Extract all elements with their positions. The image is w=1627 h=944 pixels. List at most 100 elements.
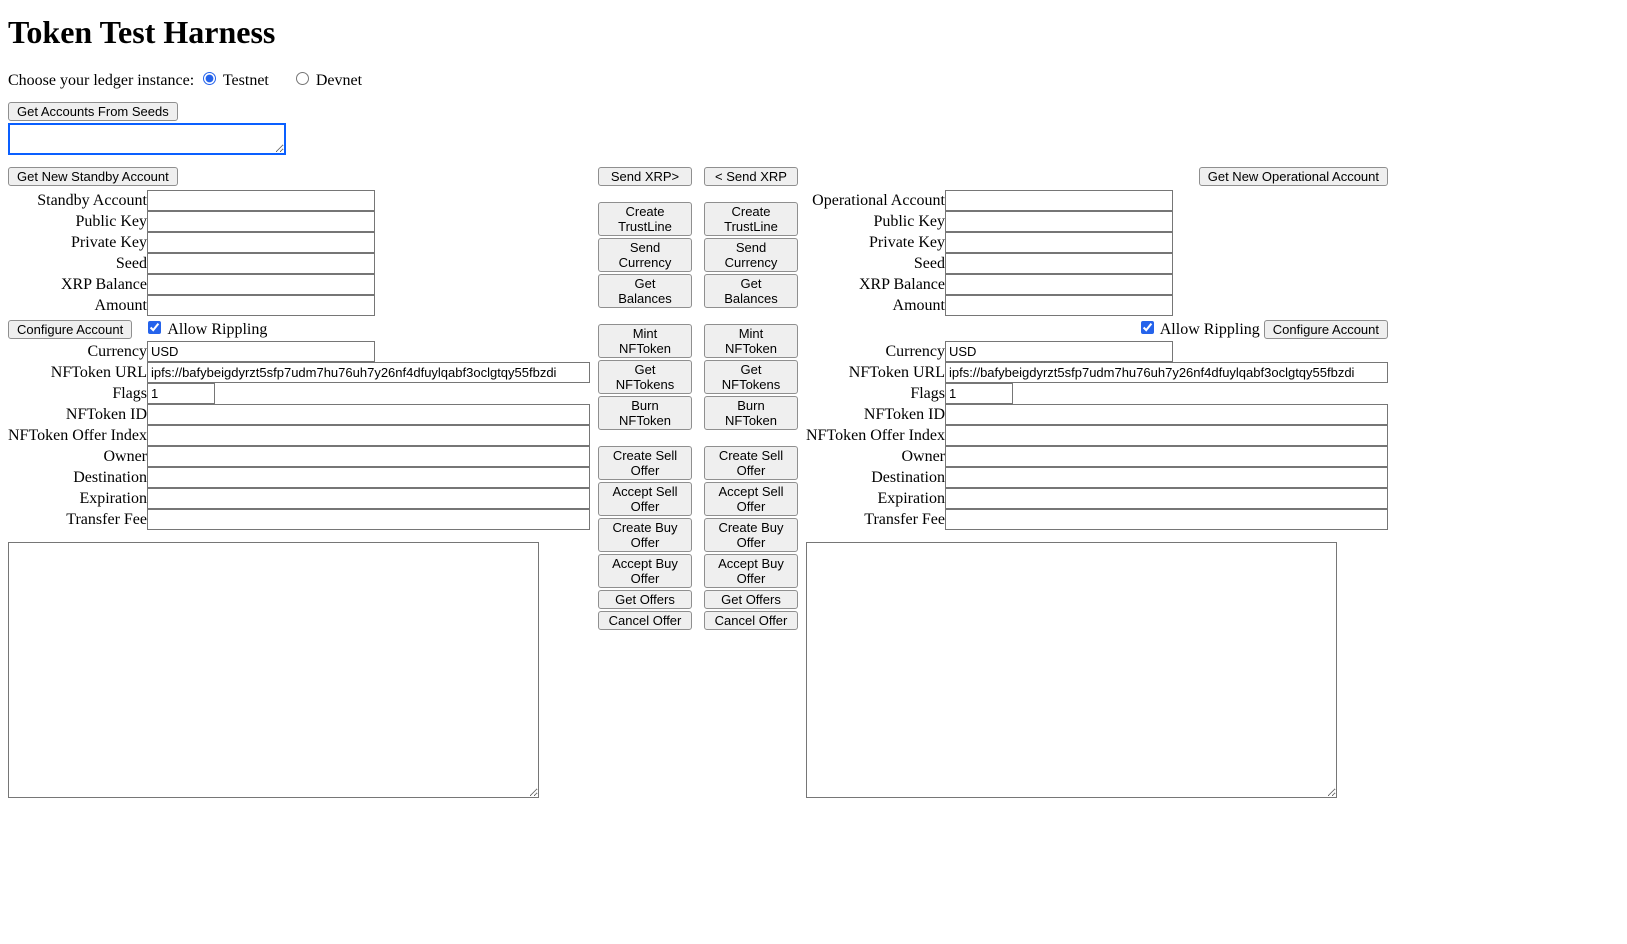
standby-currency-input[interactable] [147, 341, 375, 362]
create-buy-offer-left-button[interactable]: Create Buy Offer [598, 518, 692, 552]
operational-public-key-label: Public Key [806, 211, 945, 232]
operational-transfer-fee-label: Transfer Fee [806, 509, 945, 530]
get-nftokens-left-button[interactable]: Get NFTokens [598, 360, 692, 394]
ledger-radio-devnet[interactable] [296, 72, 309, 85]
operational-nftoken-id-input[interactable] [945, 404, 1388, 425]
send-currency-left-button[interactable]: Send Currency [598, 238, 692, 272]
send-xrp-right-button[interactable]: Send XRP> [598, 167, 692, 186]
ledger-label: Choose your ledger instance: [8, 72, 194, 89]
ledger-option-devnet[interactable]: Devnet [291, 72, 362, 89]
operational-transfer-fee-input[interactable] [945, 509, 1388, 530]
burn-nftoken-left-button[interactable]: Burn NFToken [598, 396, 692, 430]
operational-seed-input[interactable] [945, 253, 1173, 274]
get-new-operational-account-button[interactable]: Get New Operational Account [1199, 167, 1388, 186]
accept-buy-offer-left-button[interactable]: Accept Buy Offer [598, 554, 692, 588]
standby-transfer-fee-label: Transfer Fee [8, 509, 147, 530]
operational-xrp-balance-input[interactable] [945, 274, 1173, 295]
operational-currency-label: Currency [806, 341, 945, 362]
burn-nftoken-right-button[interactable]: Burn NFToken [704, 396, 798, 430]
ledger-selector: Choose your ledger instance: Testnet Dev… [8, 69, 1619, 90]
cancel-offer-left-button[interactable]: Cancel Offer [598, 611, 692, 630]
create-buy-offer-right-button[interactable]: Create Buy Offer [704, 518, 798, 552]
standby-nftoken-offer-index-input[interactable] [147, 425, 590, 446]
standby-account-input[interactable] [147, 190, 375, 211]
operational-nftoken-url-label: NFToken URL [806, 362, 945, 383]
standby-result-textarea[interactable] [8, 542, 539, 798]
accept-buy-offer-right-button[interactable]: Accept Buy Offer [704, 554, 798, 588]
operational-amount-input[interactable] [945, 295, 1173, 316]
standby-form: Get New Standby Account Standby Account … [8, 167, 590, 530]
operational-amount-label: Amount [806, 295, 945, 316]
standby-transfer-fee-input[interactable] [147, 509, 590, 530]
accept-sell-offer-left-button[interactable]: Accept Sell Offer [598, 482, 692, 516]
ledger-option-testnet[interactable]: Testnet [198, 72, 273, 89]
standby-xrp-balance-input[interactable] [147, 274, 375, 295]
operational-owner-label: Owner [806, 446, 945, 467]
get-balances-left-button[interactable]: Get Balances [598, 274, 692, 308]
operational-form: Get New Operational Account Operational … [806, 167, 1388, 530]
create-trustline-right-button[interactable]: Create TrustLine [704, 202, 798, 236]
standby-xrp-balance-label: XRP Balance [8, 274, 147, 295]
standby-expiration-input[interactable] [147, 488, 590, 509]
page-title: Token Test Harness [8, 14, 1619, 51]
get-accounts-from-seeds-button[interactable]: Get Accounts From Seeds [8, 102, 178, 121]
standby-nftoken-url-label: NFToken URL [8, 362, 147, 383]
standby-configure-account-button[interactable]: Configure Account [8, 320, 132, 339]
standby-destination-input[interactable] [147, 467, 590, 488]
standby-destination-label: Destination [8, 467, 147, 488]
create-sell-offer-left-button[interactable]: Create Sell Offer [598, 446, 692, 480]
create-trustline-left-button[interactable]: Create TrustLine [598, 202, 692, 236]
standby-nftoken-offer-index-label: NFToken Offer Index [8, 425, 147, 446]
standby-seed-label: Seed [8, 253, 147, 274]
get-nftokens-right-button[interactable]: Get NFTokens [704, 360, 798, 394]
standby-nftoken-id-input[interactable] [147, 404, 590, 425]
get-offers-right-button[interactable]: Get Offers [704, 590, 798, 609]
ledger-radio-testnet[interactable] [203, 72, 216, 85]
operational-destination-label: Destination [806, 467, 945, 488]
get-offers-left-button[interactable]: Get Offers [598, 590, 692, 609]
cancel-offer-right-button[interactable]: Cancel Offer [704, 611, 798, 630]
operational-owner-input[interactable] [945, 446, 1388, 467]
operational-result-textarea[interactable] [806, 542, 1337, 798]
ledger-option-devnet-label: Devnet [316, 72, 362, 89]
operational-allow-rippling-label: Allow Rippling [1160, 321, 1260, 338]
operational-expiration-input[interactable] [945, 488, 1388, 509]
mint-nftoken-left-button[interactable]: Mint NFToken [598, 324, 692, 358]
operational-nftoken-offer-index-input[interactable] [945, 425, 1388, 446]
mid-buttons-right: < Send XRP Create TrustLine Send Currenc… [704, 167, 798, 646]
operational-expiration-label: Expiration [806, 488, 945, 509]
get-balances-right-button[interactable]: Get Balances [704, 274, 798, 308]
operational-destination-input[interactable] [945, 467, 1388, 488]
operational-nftoken-offer-index-label: NFToken Offer Index [806, 425, 945, 446]
mint-nftoken-right-button[interactable]: Mint NFToken [704, 324, 798, 358]
standby-seed-input[interactable] [147, 253, 375, 274]
send-xrp-left-button[interactable]: < Send XRP [704, 167, 798, 186]
standby-owner-label: Owner [8, 446, 147, 467]
operational-public-key-input[interactable] [945, 211, 1173, 232]
standby-flags-input[interactable] [147, 383, 215, 404]
operational-private-key-input[interactable] [945, 232, 1173, 253]
send-currency-right-button[interactable]: Send Currency [704, 238, 798, 272]
get-new-standby-account-button[interactable]: Get New Standby Account [8, 167, 178, 186]
standby-private-key-input[interactable] [147, 232, 375, 253]
operational-currency-input[interactable] [945, 341, 1173, 362]
standby-nftoken-id-label: NFToken ID [8, 404, 147, 425]
operational-xrp-balance-label: XRP Balance [806, 274, 945, 295]
accept-sell-offer-right-button[interactable]: Accept Sell Offer [704, 482, 798, 516]
operational-nftoken-url-input[interactable] [945, 362, 1388, 383]
operational-flags-input[interactable] [945, 383, 1013, 404]
standby-owner-input[interactable] [147, 446, 590, 467]
standby-nftoken-url-input[interactable] [147, 362, 590, 383]
standby-allow-rippling-checkbox[interactable] [148, 321, 161, 334]
operational-flags-label: Flags [806, 383, 945, 404]
operational-allow-rippling-checkbox[interactable] [1141, 321, 1154, 334]
standby-public-key-input[interactable] [147, 211, 375, 232]
standby-amount-label: Amount [8, 295, 147, 316]
standby-amount-input[interactable] [147, 295, 375, 316]
mid-buttons-left: Send XRP> Create TrustLine Send Currency… [598, 167, 692, 646]
create-sell-offer-right-button[interactable]: Create Sell Offer [704, 446, 798, 480]
operational-account-input[interactable] [945, 190, 1173, 211]
operational-configure-account-button[interactable]: Configure Account [1264, 320, 1388, 339]
seeds-textarea[interactable] [8, 123, 286, 155]
standby-allow-rippling-label: Allow Rippling [167, 321, 267, 338]
